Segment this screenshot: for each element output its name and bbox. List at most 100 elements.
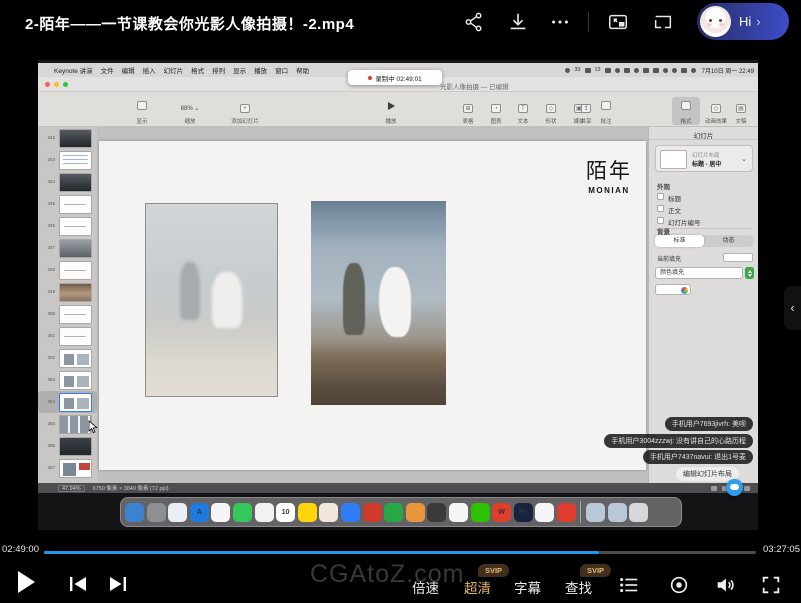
slide-thumbnail-row[interactable]: 354 bbox=[38, 391, 97, 413]
screen-status-icon[interactable] bbox=[643, 68, 649, 73]
slide-photo-overexposed-couple[interactable] bbox=[145, 203, 278, 397]
dock-app-icon[interactable] bbox=[298, 503, 317, 522]
document-tab[interactable]: ▤ 文稿 bbox=[728, 97, 754, 125]
dock-app-icon[interactable] bbox=[449, 503, 468, 522]
download-icon[interactable] bbox=[507, 11, 529, 33]
menu-bar-clock[interactable]: 7月10日 周一 22:49 bbox=[702, 66, 754, 75]
dock-app-icon[interactable] bbox=[363, 503, 382, 522]
view-button[interactable]: 显示 bbox=[122, 97, 162, 125]
find-button[interactable]: 查找 bbox=[565, 577, 592, 597]
dock-app-icon[interactable] bbox=[255, 503, 274, 522]
slide-thumbnail-row[interactable]: 356 bbox=[38, 435, 97, 457]
dock-app-icon[interactable] bbox=[586, 503, 605, 522]
dock-app-icon[interactable] bbox=[535, 503, 554, 522]
menu-bar-item[interactable]: Keynote 讲演 bbox=[54, 65, 93, 75]
dock-app-icon[interactable] bbox=[168, 503, 187, 522]
bluetooth-status-icon[interactable] bbox=[634, 68, 639, 73]
wifi-status-icon[interactable] bbox=[663, 68, 668, 73]
dock-app-icon[interactable] bbox=[580, 501, 581, 523]
slide-thumbnail-row[interactable]: 343 bbox=[38, 149, 97, 171]
zoom-value[interactable]: 88% ⌄ bbox=[181, 106, 200, 112]
close-window-button[interactable] bbox=[45, 82, 50, 87]
menu-bar-item[interactable]: 文件 bbox=[101, 65, 114, 75]
current-fill-swatch[interactable] bbox=[723, 253, 753, 262]
slide-thumbnail[interactable] bbox=[59, 327, 92, 346]
dock-app-icon[interactable] bbox=[341, 503, 360, 522]
slide-thumbnail[interactable] bbox=[59, 129, 92, 148]
more-icon[interactable] bbox=[549, 11, 571, 33]
slide-thumbnail-row[interactable]: 353 bbox=[38, 369, 97, 391]
seek-bar[interactable] bbox=[44, 551, 756, 554]
dock-app-icon[interactable]: A bbox=[190, 503, 209, 522]
dock-app-icon[interactable] bbox=[629, 503, 648, 522]
minimize-window-button[interactable] bbox=[54, 82, 59, 87]
dock-app-icon[interactable] bbox=[471, 503, 490, 522]
dock-app-icon[interactable] bbox=[557, 503, 576, 522]
format-tab[interactable]: 格式 bbox=[672, 97, 700, 125]
input-source-icon[interactable] bbox=[681, 68, 687, 73]
slide-thumbnail-row[interactable]: 344 bbox=[38, 171, 97, 193]
slide-thumbnail-row[interactable]: 347 bbox=[38, 237, 97, 259]
slide-thumbnail[interactable] bbox=[59, 239, 92, 258]
dock-app-icon[interactable] bbox=[384, 503, 403, 522]
slide-thumbnail[interactable] bbox=[59, 459, 92, 478]
segment-dynamic[interactable]: 动态 bbox=[704, 235, 753, 247]
slide-thumbnail-row[interactable]: 357 bbox=[38, 457, 97, 479]
record-status-icon[interactable] bbox=[565, 68, 570, 73]
zoom-window-button[interactable] bbox=[63, 82, 68, 87]
playlist-icon[interactable] bbox=[618, 574, 640, 596]
subtitle-button[interactable]: 字幕 bbox=[514, 577, 541, 597]
slide-thumbnail-row[interactable]: 346 bbox=[38, 215, 97, 237]
current-slide[interactable]: 陌年 MONIAN bbox=[99, 141, 646, 470]
dock-app-icon[interactable] bbox=[147, 503, 166, 522]
volume-icon[interactable] bbox=[714, 574, 736, 596]
menu-bar-item[interactable]: 插入 bbox=[143, 65, 156, 75]
dock-app-icon[interactable] bbox=[319, 503, 338, 522]
video-frame[interactable]: Keynote 讲演文件编辑插入幻灯片格式排列显示播放窗口帮助 33 13 7月… bbox=[38, 60, 758, 530]
printer-status-icon[interactable] bbox=[624, 68, 630, 73]
slide-thumbnail[interactable] bbox=[59, 261, 92, 280]
slide-thumbnail-row[interactable]: 352 bbox=[38, 347, 97, 369]
menu-bar-item[interactable]: 排列 bbox=[212, 65, 225, 75]
color-fill-select[interactable]: 颜色填充 bbox=[655, 267, 743, 279]
slide-layout-dropdown[interactable]: 幻灯片布局 标题 - 居中 ⌄ bbox=[655, 145, 753, 172]
next-video-button[interactable] bbox=[108, 576, 128, 592]
slide-thumbnail[interactable] bbox=[59, 195, 92, 214]
body-checkbox[interactable] bbox=[657, 205, 664, 212]
share-keynote-button[interactable]: ↥ 共享 bbox=[566, 97, 606, 125]
control-center-icon[interactable] bbox=[691, 68, 696, 73]
slide-number-checkbox[interactable] bbox=[657, 217, 664, 224]
slide-thumbnail[interactable] bbox=[59, 371, 92, 390]
title-checkbox[interactable] bbox=[657, 193, 664, 200]
slide-thumbnail[interactable] bbox=[59, 305, 92, 324]
add-slide-button[interactable]: + 添加幻灯片 bbox=[221, 97, 269, 125]
slide-thumbnail[interactable] bbox=[59, 217, 92, 236]
picture-in-picture-icon[interactable] bbox=[607, 11, 629, 33]
dock-app-icon[interactable]: Ps bbox=[514, 503, 533, 522]
dock-app-icon[interactable]: 10 bbox=[276, 503, 295, 522]
background-segmented-control[interactable]: 标准 动态 bbox=[655, 235, 753, 247]
dock-app-icon[interactable] bbox=[608, 503, 627, 522]
slide-photo-beach-couple[interactable] bbox=[311, 201, 446, 405]
color-well[interactable] bbox=[655, 284, 691, 295]
color-fill-stepper[interactable] bbox=[745, 267, 754, 279]
slide-thumbnail[interactable] bbox=[59, 437, 92, 456]
sync-status-icon[interactable] bbox=[615, 68, 620, 73]
play-slideshow-button[interactable]: 播放 bbox=[371, 97, 411, 125]
slide-thumbnail-row[interactable]: 345 bbox=[38, 193, 97, 215]
previous-video-button[interactable] bbox=[68, 576, 88, 592]
menu-bar-item[interactable]: 幻灯片 bbox=[164, 65, 184, 75]
menu-bar-item[interactable]: 显示 bbox=[233, 65, 246, 75]
menu-bar-item[interactable]: 格式 bbox=[191, 65, 204, 75]
canvas-zoom-level[interactable]: 47.94% bbox=[58, 485, 85, 492]
display-status-icon[interactable] bbox=[585, 68, 591, 73]
playback-speed-button[interactable]: 倍速 bbox=[412, 577, 439, 597]
dock-app-icon[interactable] bbox=[125, 503, 144, 522]
fullscreen-icon[interactable] bbox=[760, 574, 782, 596]
menu-bar-item[interactable]: 窗口 bbox=[275, 65, 288, 75]
menu-bar-item[interactable]: 播放 bbox=[254, 65, 267, 75]
side-panel-toggle[interactable]: ‹ bbox=[784, 286, 801, 330]
menu-bar-item[interactable]: 编辑 bbox=[122, 65, 135, 75]
slide-thumbnail-row[interactable]: 348 bbox=[38, 259, 97, 281]
dock-app-icon[interactable] bbox=[233, 503, 252, 522]
